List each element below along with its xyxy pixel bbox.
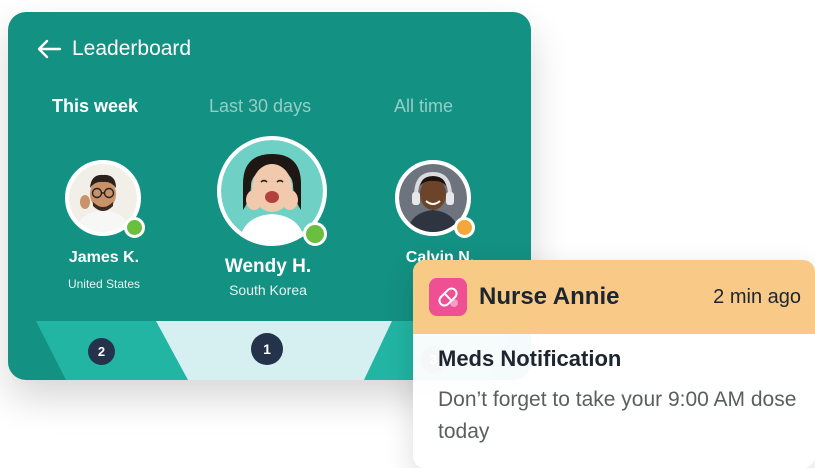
notification-body: Don’t forget to take your 9:00 AM dose t… (438, 388, 797, 443)
notification-sender: Nurse Annie (479, 283, 620, 310)
header: Leaderboard (36, 36, 191, 62)
notification-card[interactable]: Nurse Annie 2 min ago Meds Notification … (413, 260, 815, 468)
back-arrow-icon[interactable] (36, 36, 64, 62)
status-online-dot (303, 222, 327, 246)
avatar-calvin[interactable] (395, 160, 475, 238)
rank-badge-2: 2 (88, 338, 115, 365)
player-name-wendy: Wendy H. (224, 256, 312, 277)
status-online-dot (124, 217, 145, 238)
pill-icon (429, 278, 467, 316)
rank-badge-1: 1 (251, 333, 283, 365)
tab-all-time[interactable]: All time (394, 96, 453, 117)
tab-last-30-days[interactable]: Last 30 days (209, 96, 311, 117)
player-country-james: United States (67, 277, 141, 291)
player-name-james: James K. (68, 249, 140, 266)
page-title: Leaderboard (72, 37, 192, 60)
tab-this-week[interactable]: This week (52, 96, 138, 117)
notification-title: Meds Notification (438, 346, 622, 371)
avatar-wendy[interactable] (217, 136, 327, 246)
avatar-james[interactable] (65, 160, 145, 238)
player-country-wendy: South Korea (229, 282, 307, 298)
notification-header: Nurse Annie 2 min ago (413, 260, 815, 334)
status-away-dot (454, 217, 475, 238)
notification-time: 2 min ago (713, 285, 801, 308)
